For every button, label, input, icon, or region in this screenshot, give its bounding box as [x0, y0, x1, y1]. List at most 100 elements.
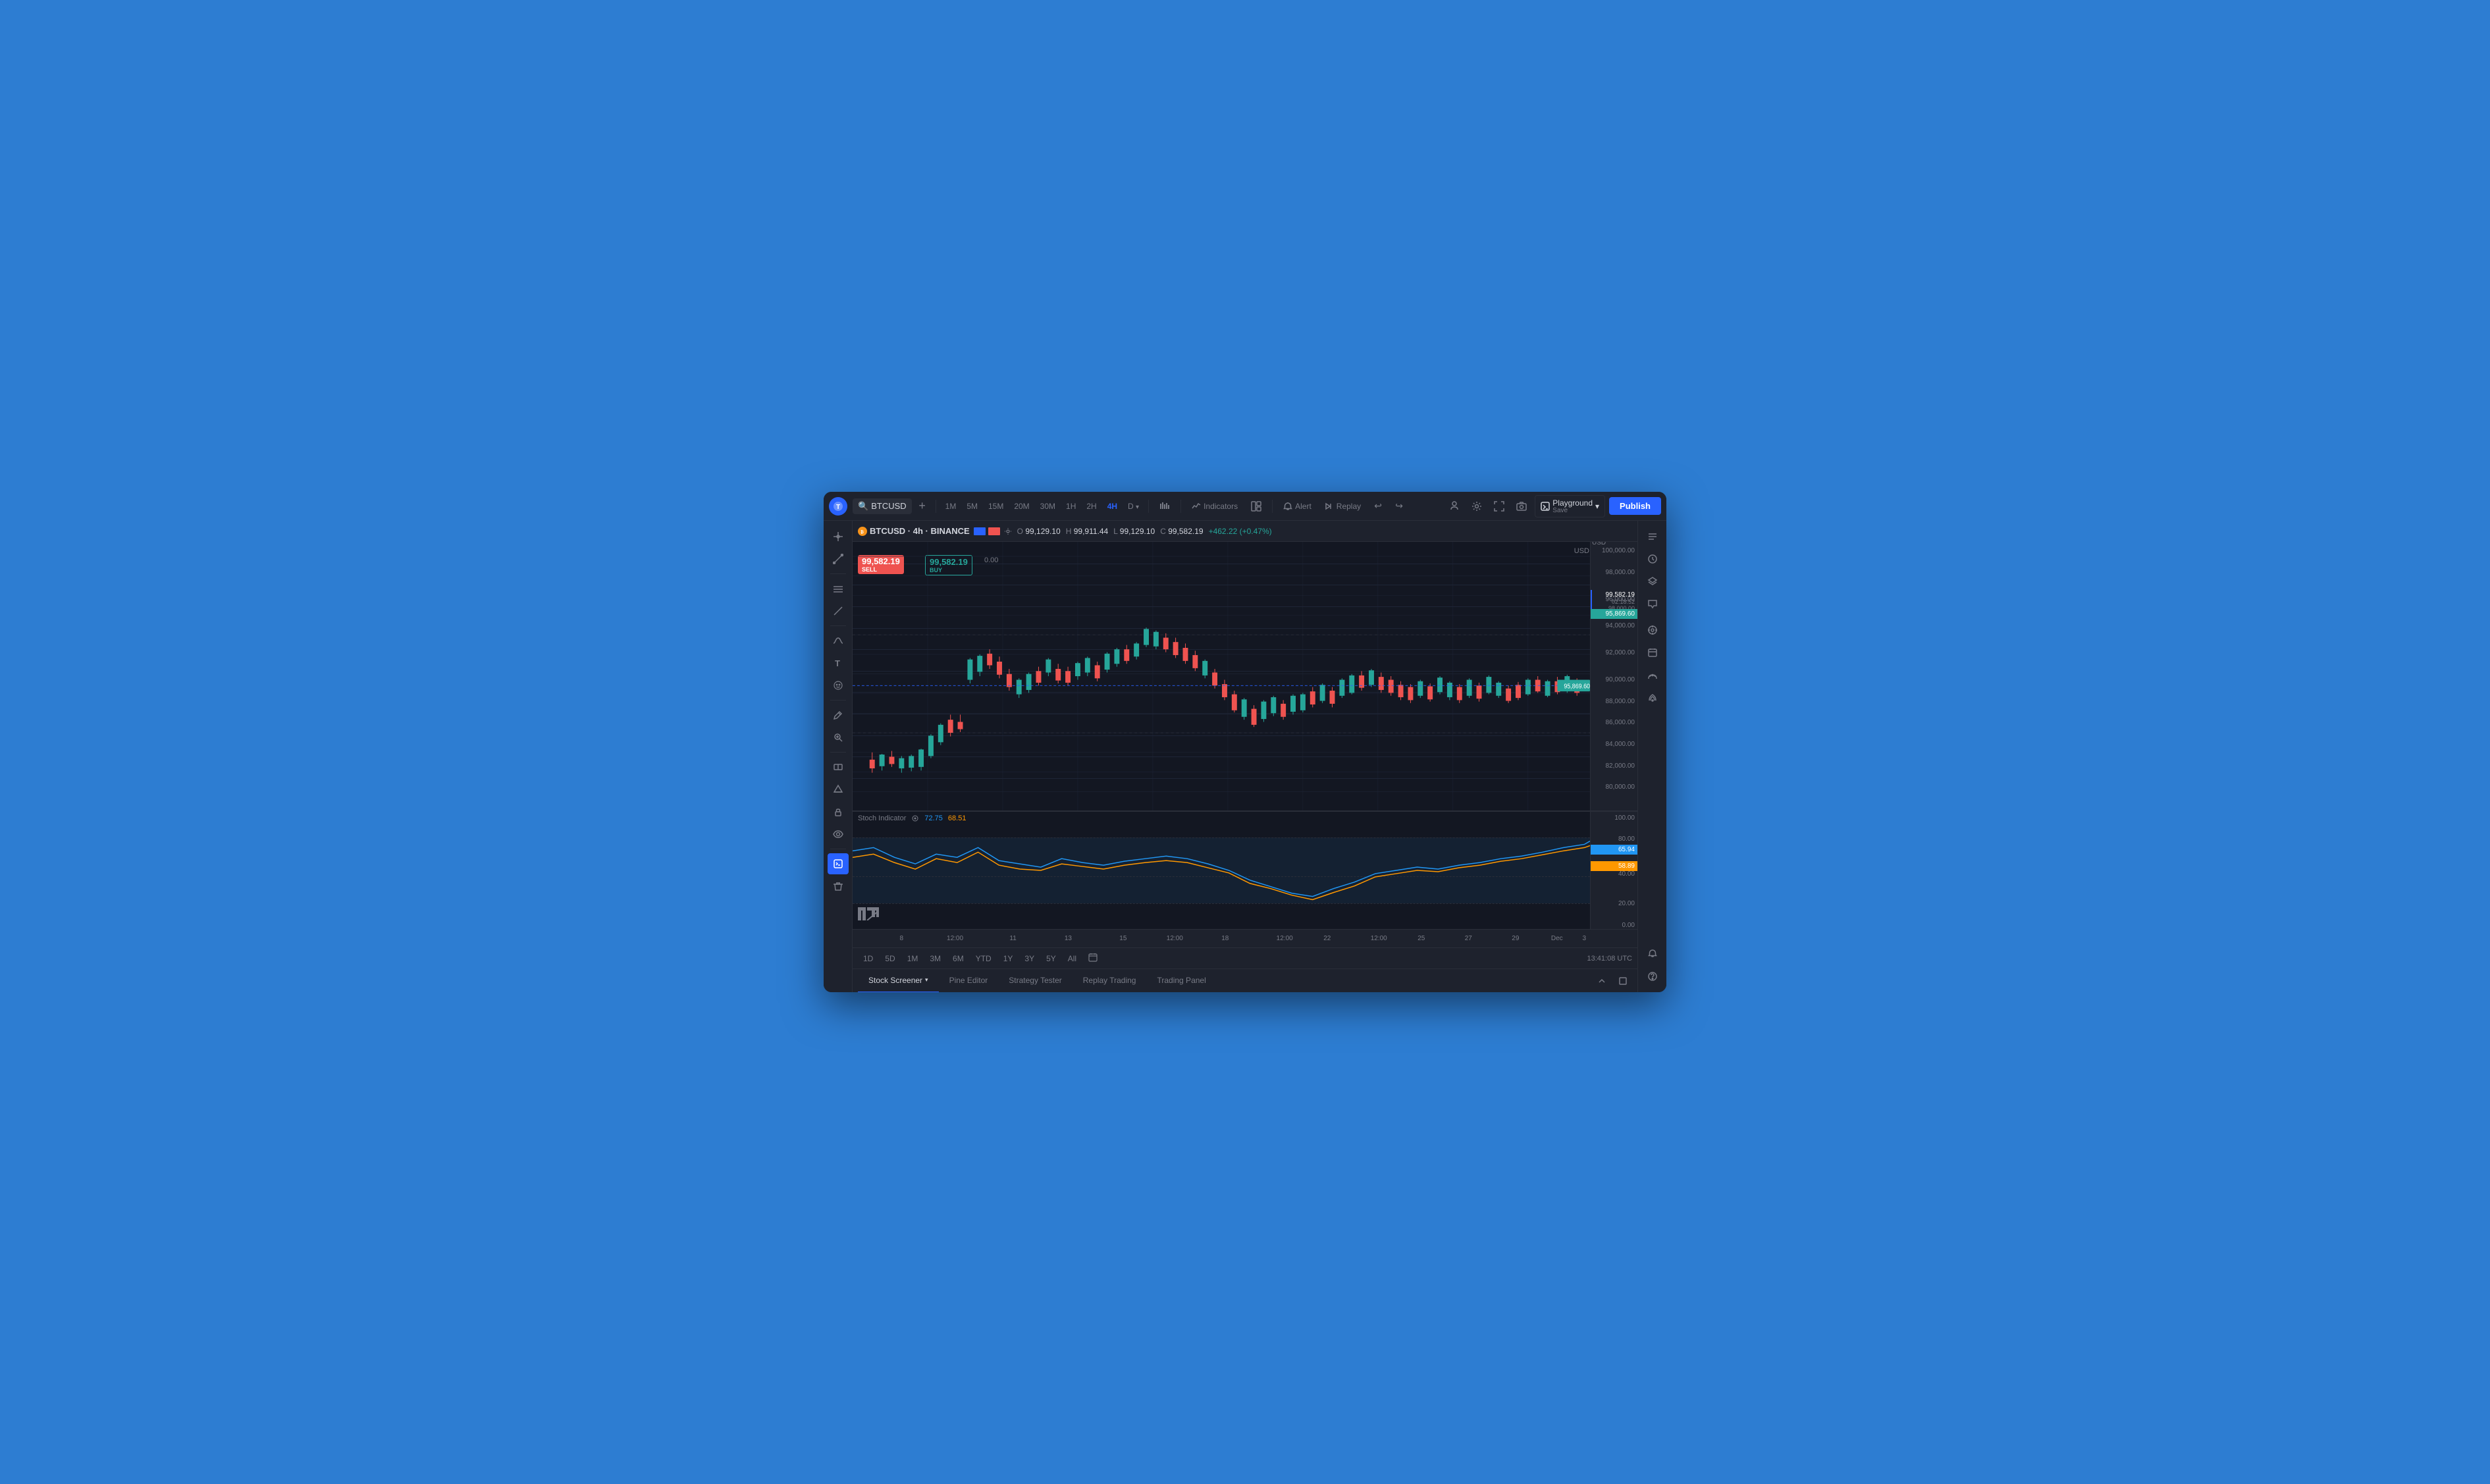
time-18: 18 [1221, 935, 1229, 942]
price-90k: 90,000.00 [1606, 676, 1635, 683]
stoch-d-badge: 58.89 [1591, 861, 1637, 871]
lock-tool[interactable] [828, 801, 849, 822]
bottom-expand-button[interactable] [1614, 972, 1632, 990]
chart-header: ₿ BTCUSD · 4h · BINANCE O 99,129.10 H 99… [853, 521, 1637, 542]
chart-type-button[interactable] [1154, 498, 1175, 514]
time-12-3: 12:00 [1277, 935, 1293, 942]
calendar-sidebar-button[interactable] [1642, 642, 1663, 663]
tv-watermark [858, 907, 879, 920]
visibility-tool[interactable] [828, 824, 849, 845]
stoch-40: 40.00 [1618, 870, 1635, 878]
tf-30m[interactable]: 30M [1036, 500, 1059, 513]
publish-button[interactable]: Publish [1609, 497, 1661, 515]
chart-settings-icon [1004, 527, 1012, 535]
candlestick-chart[interactable]: 95,869.60 [853, 542, 1590, 810]
emoji-tool[interactable] [828, 675, 849, 696]
bottom-tab-controls [1593, 972, 1632, 990]
tf-1m[interactable]: 1M [902, 952, 924, 965]
trash-tool[interactable] [828, 876, 849, 897]
data-window-button[interactable] [1642, 687, 1663, 708]
price-100k: 100,000.00 [1602, 547, 1635, 554]
tab-replay-trading[interactable]: Replay Trading [1073, 969, 1147, 993]
search-icon: 🔍 [858, 501, 868, 512]
tf-5m[interactable]: 5M [963, 500, 982, 513]
tf-6m[interactable]: 6M [947, 952, 969, 965]
add-symbol-button[interactable]: + [914, 498, 930, 514]
tf-1y[interactable]: 1Y [998, 952, 1019, 965]
tab-trading-panel[interactable]: Trading Panel [1146, 969, 1216, 993]
tf-4h[interactable]: 4H [1103, 500, 1121, 513]
tf-3y[interactable]: 3Y [1019, 952, 1040, 965]
line-tool[interactable] [828, 548, 849, 570]
ideas-button[interactable] [1642, 593, 1663, 614]
tf-15m[interactable]: 15M [984, 500, 1007, 513]
tf-20m[interactable]: 20M [1010, 500, 1033, 513]
help-icon [1647, 971, 1658, 982]
measure-tool[interactable] [828, 779, 849, 800]
svg-text:₿: ₿ [861, 530, 864, 534]
calendar-icon-btn[interactable] [1083, 951, 1103, 966]
pencil-tool[interactable] [828, 704, 849, 726]
time-3: 3 [1583, 935, 1587, 942]
pine-editor-label: Pine Editor [949, 976, 988, 985]
tf-1d[interactable]: 1D [858, 952, 878, 965]
main-chart[interactable]: 99,582.19 SELL 99,582.19 BUY 0.00 USD [853, 542, 1637, 810]
chart-area: ₿ BTCUSD · 4h · BINANCE O 99,129.10 H 99… [853, 521, 1637, 992]
text-tool[interactable]: T [828, 652, 849, 674]
tf-all[interactable]: All [1063, 952, 1082, 965]
camera-button[interactable] [1512, 497, 1531, 516]
tf-1m[interactable]: 1M [941, 500, 961, 513]
symbol-search[interactable]: 🔍 BTCUSD [853, 498, 912, 514]
signals-button[interactable] [1642, 664, 1663, 685]
left-toolbar: T [824, 521, 853, 992]
target-button[interactable] [1642, 620, 1663, 641]
layout-button[interactable] [1246, 498, 1267, 514]
playground-label: Playground [1552, 498, 1593, 508]
tf-3m[interactable]: 3M [924, 952, 946, 965]
tf-5y[interactable]: 5Y [1041, 952, 1061, 965]
time-axis: 8 12:00 11 13 15 12:00 18 12:00 22 12:00… [853, 929, 1637, 947]
layers-button[interactable] [1642, 571, 1663, 592]
alerts-button[interactable] [1642, 548, 1663, 570]
watchlist-button[interactable] [1642, 526, 1663, 547]
strategy-tester-label: Strategy Tester [1009, 976, 1061, 985]
tab-strategy-tester[interactable]: Strategy Tester [998, 969, 1072, 993]
indicators-button[interactable]: Indicators [1186, 499, 1243, 514]
chart-canvas-wrapper: 99,582.19 SELL 99,582.19 BUY 0.00 USD [853, 542, 1637, 992]
diagonal-tool[interactable] [828, 600, 849, 622]
price-change: +462.22 (+0.47%) [1209, 527, 1272, 536]
settings-button[interactable] [1468, 497, 1486, 516]
tab-stock-screener[interactable]: Stock Screener ▾ [858, 969, 939, 993]
signal-icon [1647, 670, 1658, 680]
notification-bell-button[interactable] [1642, 943, 1663, 965]
green-price-badge: 95,869.60 [1591, 609, 1637, 619]
bottom-collapse-button[interactable] [1593, 972, 1611, 990]
horizontal-line-tool[interactable] [828, 578, 849, 599]
alert-label: Alert [1295, 502, 1311, 511]
target-icon [1647, 625, 1658, 635]
crosshair-tool[interactable] [828, 526, 849, 547]
fullscreen-button[interactable] [1490, 497, 1508, 516]
notification-button[interactable] [1445, 497, 1464, 516]
help-button[interactable] [1642, 966, 1663, 987]
tf-2h[interactable]: 2H [1082, 500, 1100, 513]
tf-ytd[interactable]: YTD [970, 952, 997, 965]
zoom-tool[interactable] [828, 727, 849, 748]
undo-button[interactable]: ↩ [1369, 497, 1387, 516]
tf-d[interactable]: D ▾ [1124, 500, 1143, 513]
price-84k: 84,000.00 [1606, 741, 1635, 748]
replay-button[interactable]: Replay [1319, 499, 1366, 514]
time-display: 13:41:08 UTC [1587, 955, 1632, 963]
price-96k: 96,000.00 [1606, 596, 1635, 603]
tf-5d[interactable]: 5D [880, 952, 900, 965]
tf-1h[interactable]: 1H [1062, 500, 1080, 513]
alert-button[interactable]: Alert [1278, 499, 1317, 514]
range-tool[interactable] [828, 756, 849, 778]
curve-tool[interactable] [828, 630, 849, 651]
price-axis: USD 99,582.19 02:18:52 98,000.00 100,000… [1590, 542, 1637, 810]
redo-button[interactable]: ↪ [1390, 497, 1408, 516]
tv-logo[interactable]: T [829, 497, 847, 516]
pine-script-tool[interactable] [828, 853, 849, 874]
playground-button[interactable]: Playground Save ▾ [1535, 495, 1605, 517]
tab-pine-editor[interactable]: Pine Editor [939, 969, 999, 993]
